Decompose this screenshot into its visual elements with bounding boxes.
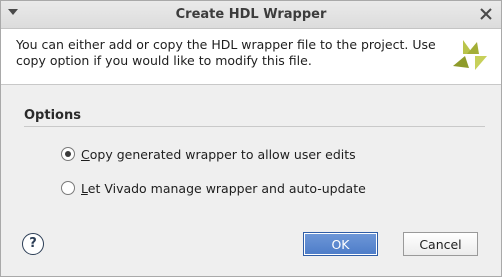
ok-button[interactable]: OK: [303, 232, 378, 256]
header-description: You can either add or copy the HDL wrapp…: [16, 37, 436, 68]
radio-button-unselected[interactable]: [61, 181, 75, 195]
radio-vivado-manage[interactable]: Let Vivado manage wrapper and auto-updat…: [61, 179, 366, 197]
radio-button-selected[interactable]: [61, 147, 75, 161]
dialog-title: Create HDL Wrapper: [175, 7, 327, 22]
xilinx-logo-icon: [449, 38, 489, 72]
radio-copy-wrapper[interactable]: Copy generated wrapper to allow user edi…: [61, 145, 356, 163]
cancel-button[interactable]: Cancel: [403, 232, 478, 256]
radio-copy-wrapper-label: Copy generated wrapper to allow user edi…: [81, 146, 356, 162]
options-section-title: Options: [24, 108, 81, 123]
dialog-window: Create HDL Wrapper You can either add or…: [0, 0, 502, 277]
radio-vivado-manage-label: Let Vivado manage wrapper and auto-updat…: [81, 180, 366, 196]
options-divider: [24, 126, 485, 127]
dialog-header: You can either add or copy the HDL wrapp…: [1, 29, 501, 85]
close-icon[interactable]: [477, 5, 495, 23]
title-bar[interactable]: Create HDL Wrapper: [1, 1, 501, 29]
help-icon[interactable]: ?: [22, 233, 44, 255]
